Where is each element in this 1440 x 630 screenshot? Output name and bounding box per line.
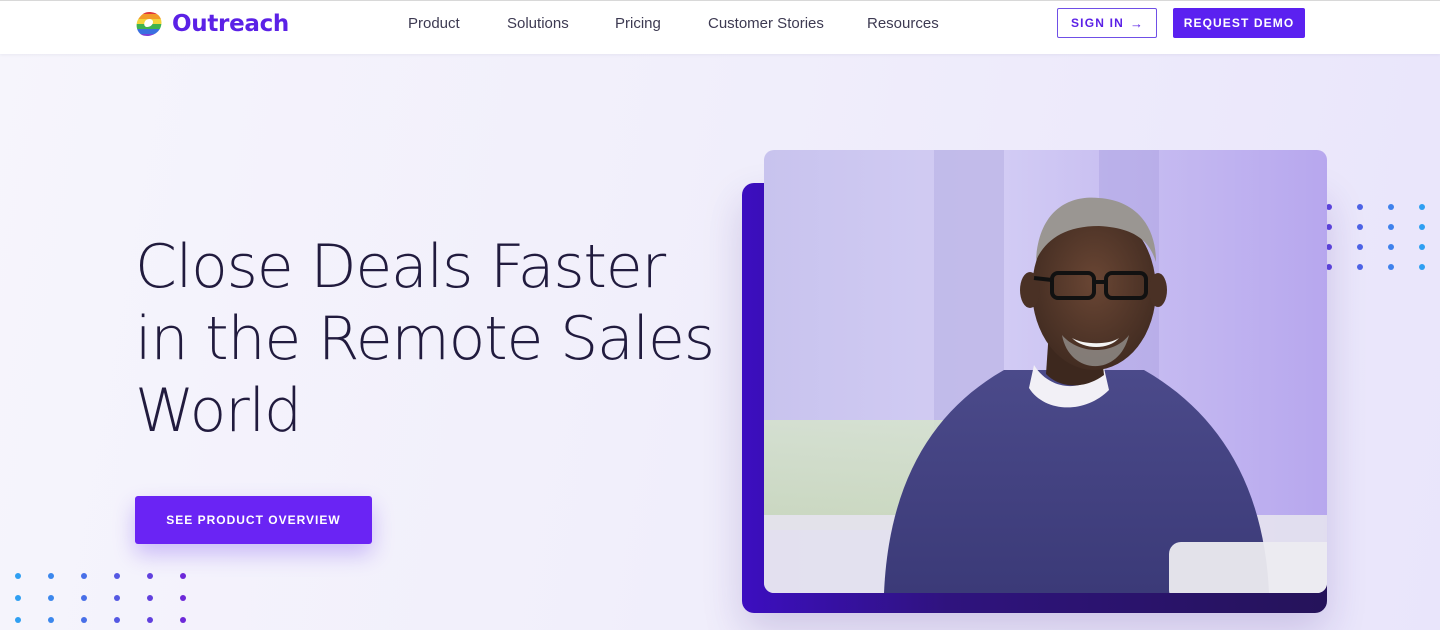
request-demo-button[interactable]: REQUEST DEMO (1173, 8, 1305, 38)
decorative-dot (1388, 204, 1394, 210)
decorative-dot (1419, 204, 1425, 210)
hero-headline: Close Deals Faster in the Remote Sales W… (135, 231, 735, 447)
headline-line-3: World (135, 376, 302, 446)
arrow-right-icon: → (1130, 15, 1144, 31)
decorative-dot (114, 573, 120, 579)
sign-in-label: SIGN IN (1070, 16, 1125, 30)
decorative-dot (1419, 224, 1425, 230)
decorative-dot (81, 595, 87, 601)
smiling-man-photo (764, 150, 1327, 593)
decorative-dot (114, 617, 120, 623)
sign-in-button[interactable]: SIGN IN → (1057, 8, 1157, 38)
decorative-dot (48, 617, 54, 623)
decorative-dot (1419, 244, 1425, 250)
decorative-dot (1357, 244, 1363, 250)
decorative-dot (48, 573, 54, 579)
decorative-dot (147, 617, 153, 623)
nav-resources[interactable]: Resources (867, 15, 939, 32)
decorative-dot (81, 617, 87, 623)
headline-line-1: Close Deals Faster (135, 232, 666, 302)
nav-pricing[interactable]: Pricing (615, 15, 661, 32)
decorative-dot (180, 595, 186, 601)
decorative-dot (114, 595, 120, 601)
headline-line-2: in the Remote Sales (135, 304, 715, 374)
decorative-dot (1419, 264, 1425, 270)
cta-label: SEE PRODUCT OVERVIEW (166, 513, 341, 527)
decorative-dot (15, 573, 21, 579)
decorative-dot (1388, 264, 1394, 270)
nav-solutions[interactable]: Solutions (507, 15, 569, 32)
decorative-dot (1357, 264, 1363, 270)
see-product-overview-button[interactable]: SEE PRODUCT OVERVIEW (135, 496, 372, 544)
decorative-dot (147, 573, 153, 579)
decorative-dot (81, 573, 87, 579)
decorative-dot (1357, 204, 1363, 210)
nav-product[interactable]: Product (408, 15, 460, 32)
decorative-dot (15, 617, 21, 623)
top-nav-bar: Outreach Product Solutions Pricing Custo… (0, 0, 1440, 54)
decorative-dot (147, 595, 153, 601)
nav-customer-stories[interactable]: Customer Stories (708, 15, 824, 32)
decorative-dot (1357, 224, 1363, 230)
hero-photo-illustration (764, 150, 1327, 593)
request-demo-label: REQUEST DEMO (1183, 16, 1295, 30)
decorative-dot (180, 573, 186, 579)
decorative-dot (1388, 224, 1394, 230)
decorative-dot (1388, 244, 1394, 250)
decorative-dot (180, 617, 186, 623)
decorative-dot (48, 595, 54, 601)
decorative-dot (15, 595, 21, 601)
